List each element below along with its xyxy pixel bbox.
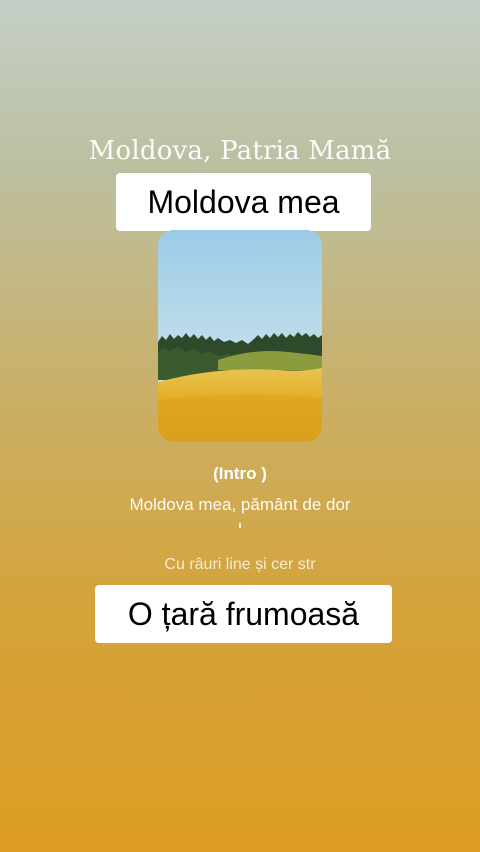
landscape-field-forest-icon (158, 230, 322, 442)
lyric-line-current: Moldova mea, pământ de dor (129, 495, 351, 514)
song-title: Moldova, Patria Mamă (88, 136, 392, 166)
album-artwork (158, 230, 322, 442)
caption-top: Moldova mea (116, 173, 371, 231)
lyric-separator (239, 523, 241, 528)
caption-bottom: O țară frumoasă (95, 585, 392, 643)
lyrics-section-label: (Intro ) (213, 464, 267, 483)
lyric-line-next: Cu râuri line și cer str (164, 556, 316, 573)
